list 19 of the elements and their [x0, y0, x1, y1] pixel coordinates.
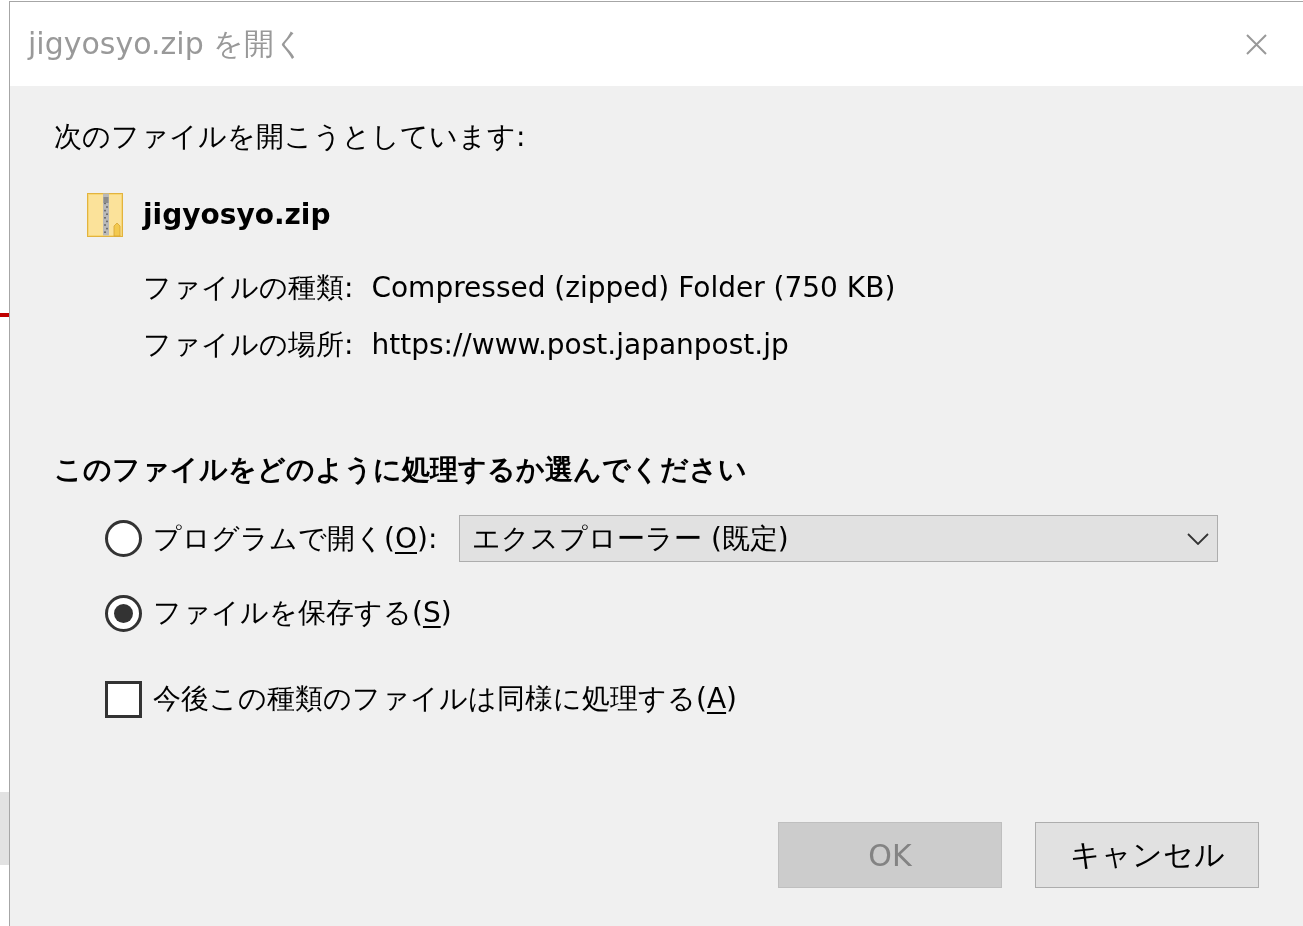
detail-value: https://www.post.japanpost.jp — [371, 327, 790, 363]
detail-value: Compressed (zipped) Folder (750 KB) — [371, 270, 896, 306]
zip-folder-icon — [87, 193, 123, 237]
checkbox[interactable] — [105, 680, 142, 718]
intro-text: 次のファイルを開こうとしています: — [54, 119, 526, 155]
cancel-button[interactable]: キャンセル — [1035, 822, 1259, 888]
chevron-down-icon — [1187, 532, 1209, 545]
radio-button[interactable] — [105, 520, 142, 557]
detail-label: ファイルの種類: — [143, 270, 354, 306]
checkbox-label[interactable]: 今後この種類のファイルは同様に処理する(A) — [153, 679, 738, 719]
detail-label: ファイルの場所: — [143, 327, 354, 363]
radio-button[interactable] — [105, 594, 142, 632]
close-icon[interactable] — [1246, 33, 1267, 55]
radio-label[interactable]: ファイルを保存する(S) — [153, 593, 452, 633]
dialog-title: jigyosyo.zip を開く — [28, 25, 306, 63]
file-name: jigyosyo.zip — [143, 197, 331, 233]
program-dropdown[interactable]: エクスプローラー (既定) — [459, 515, 1218, 562]
question-heading: このファイルをどのように処理するか選んでください — [54, 452, 747, 488]
radio-label[interactable]: プログラムで開く(O): — [153, 518, 438, 559]
